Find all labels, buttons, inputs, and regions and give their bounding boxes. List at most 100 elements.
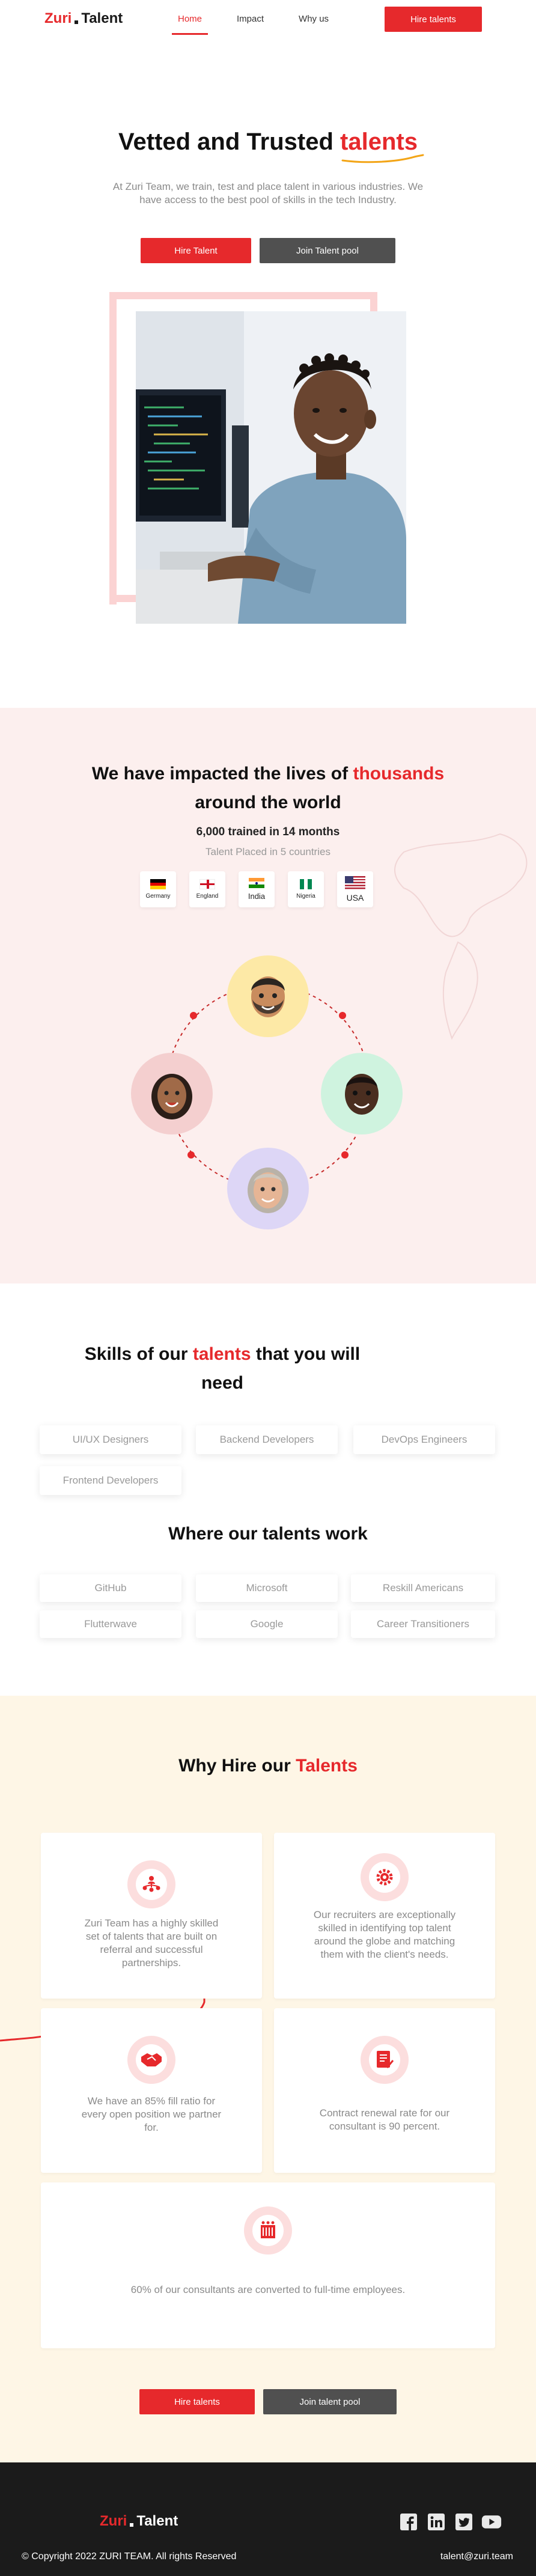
twitter-icon[interactable] bbox=[454, 2512, 474, 2532]
youtube-icon[interactable] bbox=[481, 2512, 502, 2532]
why-card-full-time-conversion: 60% of our consultants are converted to … bbox=[41, 2182, 495, 2348]
join-talent-pool-button[interactable]: Join Talent pool bbox=[260, 238, 395, 263]
company-pill-career-transitioners[interactable]: Career Transitioners bbox=[351, 1610, 495, 1638]
impact-countries-text: Talent Placed in 5 countries bbox=[206, 846, 330, 857]
india-flag-icon bbox=[249, 878, 264, 889]
flag-label-usa: USA bbox=[346, 893, 364, 903]
hero-title-prefix: Vetted and Trusted bbox=[118, 129, 333, 155]
contact-email-link[interactable]: talent@zuri.team bbox=[440, 2551, 513, 2562]
avatar-older-woman bbox=[227, 1148, 309, 1229]
why-title-highlight: Talents bbox=[296, 1756, 358, 1776]
hero-frame-bottom bbox=[109, 595, 137, 602]
flag-card-usa: USA bbox=[337, 871, 373, 907]
why-card-icon-wrapper bbox=[127, 1860, 175, 1908]
country-flags: Germany England India Nigeria USA bbox=[140, 871, 386, 907]
logo-text-zuri: Zuri bbox=[44, 10, 72, 26]
nav-link-home[interactable]: Home bbox=[171, 0, 209, 37]
bearded-man-avatar-icon bbox=[251, 976, 285, 1017]
why-card-icon-wrapper bbox=[361, 2036, 409, 2084]
why-card-text-4: Contract renewal rate for our consultant… bbox=[319, 2107, 450, 2132]
usa-flag-icon bbox=[345, 876, 365, 889]
germany-flag-icon bbox=[150, 879, 166, 890]
hero-developer-photo bbox=[136, 311, 406, 624]
page: Zuri Talent Home Impact Why us Hire tale… bbox=[0, 0, 536, 2576]
handshake-icon bbox=[136, 2044, 167, 2075]
flag-card-germany: Germany bbox=[140, 871, 176, 907]
nav-links: Home Impact Why us bbox=[171, 0, 364, 37]
footer: Zuri Talent © Copyright 2022 ZURI TEAM. … bbox=[0, 2462, 536, 2576]
why-card-skilled-talents: Zuri Team has a highly skilled set of ta… bbox=[41, 1833, 262, 1999]
skill-pill-uiux[interactable]: UI/UX Designers bbox=[40, 1425, 181, 1454]
logo-text-talent: Talent bbox=[81, 10, 123, 26]
curly-woman-avatar-icon bbox=[151, 1074, 192, 1119]
hire-talents-bottom-button[interactable]: Hire talents bbox=[139, 2389, 255, 2414]
why-card-text-3: We have an 85% fill ratio for every open… bbox=[81, 2095, 222, 2133]
gear-settings-icon bbox=[369, 1862, 400, 1893]
hero-frame-top bbox=[109, 292, 377, 299]
footer-logo-zuri: Zuri bbox=[100, 2513, 127, 2529]
linkedin-icon[interactable] bbox=[426, 2512, 446, 2532]
underline-swoosh-icon bbox=[341, 154, 424, 163]
impact-title: We have impacted the lives of thousands … bbox=[0, 760, 536, 817]
logo-dot bbox=[75, 20, 79, 24]
logo[interactable]: Zuri Talent bbox=[44, 10, 123, 27]
join-talent-pool-bottom-button[interactable]: Join talent pool bbox=[263, 2389, 397, 2414]
skill-pill-devops[interactable]: DevOps Engineers bbox=[353, 1425, 495, 1454]
contract-document-icon bbox=[369, 2044, 400, 2075]
why-card-fill-ratio: We have an 85% fill ratio for every open… bbox=[41, 2008, 262, 2173]
nav-link-why-us[interactable]: Why us bbox=[299, 0, 329, 37]
avatar-bearded-man bbox=[227, 955, 309, 1037]
flag-card-india: India bbox=[239, 871, 275, 907]
employees-icon bbox=[252, 2215, 284, 2246]
skills-title-highlight: talents bbox=[192, 1344, 251, 1364]
why-card-icon-wrapper bbox=[127, 2036, 175, 2084]
flag-card-england: England bbox=[189, 871, 225, 907]
why-card-text-1: Zuri Team has a highly skilled set of ta… bbox=[84, 1917, 219, 1969]
flag-card-nigeria: Nigeria bbox=[288, 871, 324, 907]
why-card-icon-wrapper bbox=[361, 1853, 409, 1901]
hire-talent-button[interactable]: Hire Talent bbox=[141, 238, 251, 263]
hire-talents-nav-button[interactable]: Hire talents bbox=[385, 7, 482, 32]
why-title-prefix: Why Hire our bbox=[178, 1756, 291, 1776]
older-woman-avatar-icon bbox=[248, 1168, 288, 1213]
hero-frame-right bbox=[370, 292, 377, 314]
hero-frame-decoration bbox=[109, 292, 117, 604]
avatar-man-dark bbox=[321, 1053, 403, 1134]
avatar-woman-curly bbox=[131, 1053, 213, 1134]
company-pill-github[interactable]: GitHub bbox=[40, 1574, 181, 1602]
man-avatar-icon bbox=[345, 1074, 379, 1115]
footer-logo[interactable]: Zuri Talent bbox=[100, 2513, 178, 2530]
hero-subtitle: At Zuri Team, we train, test and place t… bbox=[112, 181, 424, 206]
company-pill-google[interactable]: Google bbox=[196, 1610, 338, 1638]
nav-link-impact[interactable]: Impact bbox=[237, 0, 264, 37]
why-card-text-5: 60% of our consultants are converted to … bbox=[130, 2284, 406, 2295]
impact-title-suffix: around the world bbox=[195, 793, 341, 812]
social-links bbox=[398, 2512, 509, 2532]
skills-title: Skills of our talents that you will need bbox=[78, 1340, 367, 1398]
why-section: Why Hire our Talents Zuri Team has a hig… bbox=[0, 1696, 536, 2462]
company-pill-microsoft[interactable]: Microsoft bbox=[196, 1574, 338, 1602]
why-card-icon-wrapper bbox=[244, 2206, 292, 2255]
copyright-text: © Copyright 2022 ZURI TEAM. All rights R… bbox=[22, 2551, 237, 2562]
impact-title-highlight: thousands bbox=[353, 764, 445, 784]
impact-stat: 6,000 trained in 14 months bbox=[196, 826, 340, 838]
footer-logo-talent: Talent bbox=[136, 2513, 178, 2529]
impact-section: We have impacted the lives of thousands … bbox=[0, 708, 536, 1283]
impact-title-prefix: We have impacted the lives of bbox=[91, 764, 349, 784]
why-card-text-2: Our recruiters are exceptionally skilled… bbox=[313, 1909, 456, 1960]
work-title: Where our talents work bbox=[168, 1524, 368, 1544]
facebook-icon[interactable] bbox=[398, 2512, 419, 2532]
hero-title: Vetted and Trusted talents bbox=[0, 129, 536, 163]
nigeria-flag-icon bbox=[300, 879, 312, 889]
skill-pill-backend[interactable]: Backend Developers bbox=[196, 1425, 338, 1454]
england-flag-icon bbox=[199, 879, 215, 889]
skill-pill-frontend[interactable]: Frontend Developers bbox=[40, 1466, 181, 1495]
flag-label-india: India bbox=[248, 892, 266, 901]
hero-title-highlight: talents bbox=[340, 129, 424, 163]
company-pill-flutterwave[interactable]: Flutterwave bbox=[40, 1610, 181, 1638]
hero-title-highlight-text: talents bbox=[340, 129, 418, 155]
skills-title-prefix: Skills of our bbox=[84, 1344, 188, 1364]
company-pill-reskill-americans[interactable]: Reskill Americans bbox=[351, 1574, 495, 1602]
flag-label-germany: Germany bbox=[145, 893, 171, 900]
footer-logo-dot bbox=[130, 2523, 134, 2527]
